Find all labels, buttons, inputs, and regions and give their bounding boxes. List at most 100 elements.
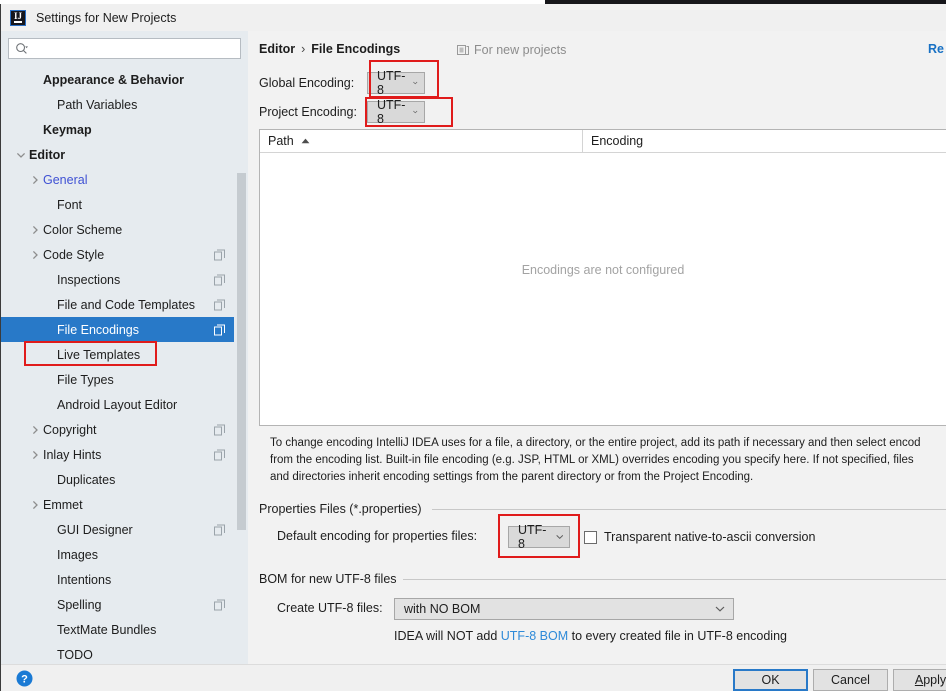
sidebar-item-images[interactable]: Images [1,542,248,567]
sidebar-item-label: Code Style [43,247,105,262]
sidebar-item-textmate-bundles[interactable]: TextMate Bundles [1,617,248,642]
description-line-2: from the encoding list. Built-in file en… [270,454,914,466]
bom-note-suffix: to every created file in UTF-8 encoding [568,629,787,643]
sidebar-item-font[interactable]: Font [1,192,248,217]
sidebar-item-code-style[interactable]: Code Style [1,242,248,267]
sidebar-item-inspections[interactable]: Inspections [1,267,248,292]
cancel-button[interactable]: Cancel [813,669,888,691]
global-encoding-combo[interactable]: UTF-8 [367,69,425,97]
chevron-down-icon [413,81,418,85]
properties-encoding-value: UTF-8 [518,523,547,551]
svg-text:?: ? [21,674,28,686]
sidebar-item-appearance-behavior[interactable]: Appearance & Behavior [1,67,248,92]
sidebar-item-keymap[interactable]: Keymap [1,117,248,142]
chevron-right-icon[interactable] [29,249,41,261]
chevron-right-icon[interactable] [29,174,41,186]
module-icon [457,45,469,55]
properties-default-encoding-row: Default encoding for properties files: [277,529,477,543]
sidebar-item-inlay-hints[interactable]: Inlay Hints [1,442,248,467]
settings-window: Settings for New Projects Appearance & B… [0,4,946,691]
column-header-path-label: Path [268,134,294,148]
sidebar-item-todo[interactable]: TODO [1,642,248,665]
reset-link[interactable]: Re [928,42,944,56]
settings-tree[interactable]: Appearance & Behavior Path Variables Keyma… [1,67,248,665]
sidebar-item-intentions[interactable]: Intentions [1,567,248,592]
intellij-idea-logo-icon [10,9,26,26]
apply-button[interactable]: Apply [893,669,946,691]
settings-content-pane: Editor › File Encodings For new projects… [248,31,946,665]
transparent-conversion-checkbox[interactable] [584,530,597,544]
column-header-encoding[interactable]: Encoding [583,130,643,152]
sidebar-item-label: Duplicates [57,472,116,487]
sidebar-item-copyright[interactable]: Copyright [1,417,248,442]
help-question-icon[interactable]: ? [16,670,33,687]
global-encoding-row: Global Encoding: UTF-8 [259,69,425,97]
column-header-path[interactable]: Path [260,130,583,152]
window-title: Settings for New Projects [36,10,177,25]
sidebar-item-label: Spelling [57,597,102,612]
chevron-down-icon [715,606,725,612]
sidebar-item-label: Copyright [43,422,97,437]
global-encoding-label: Global Encoding: [259,76,355,90]
global-encoding-value: UTF-8 [377,69,406,97]
sidebar-item-spelling[interactable]: Spelling [1,592,248,617]
sidebar-item-duplicates[interactable]: Duplicates [1,467,248,492]
chevron-down-icon [555,534,563,540]
copy-settings-icon [214,274,225,285]
bom-note: IDEA will NOT add UTF-8 BOM to every cre… [394,629,787,643]
sidebar-item-color-scheme[interactable]: Color Scheme [1,217,248,242]
chevron-right-icon[interactable] [29,224,41,236]
transparent-conversion-row[interactable]: Transparent native-to-ascii conversion [584,530,815,544]
copy-settings-icon [214,299,225,310]
encodings-table[interactable]: Path Encoding Encodings are not configur… [259,129,946,426]
scope-indicator: For new projects [457,43,566,57]
sidebar-item-label: Inspections [57,272,121,287]
title-bar: Settings for New Projects [1,4,946,31]
copy-settings-icon [214,424,225,435]
sidebar-item-file-and-code-templates[interactable]: File and Code Templates [1,292,248,317]
chevron-right-icon[interactable] [29,424,41,436]
sidebar-item-label: File and Code Templates [57,297,196,312]
create-utf8-combo[interactable]: with NO BOM [394,598,734,620]
sidebar-item-path-variables[interactable]: Path Variables [1,92,248,117]
bom-note-link[interactable]: UTF-8 BOM [501,629,568,643]
sidebar-item-gui-designer[interactable]: GUI Designer [1,517,248,542]
sidebar-item-android-layout-editor[interactable]: Android Layout Editor [1,392,248,417]
breadcrumb-separator: › [301,42,306,56]
ok-button[interactable]: OK [733,669,808,691]
chevron-down-icon [413,110,418,114]
dialog-button-bar: ? OK Cancel Apply [1,665,946,691]
sidebar-item-label: Font [57,197,83,212]
search-box[interactable] [8,38,241,59]
project-encoding-value: UTF-8 [377,98,406,126]
create-utf8-value: with NO BOM [404,602,481,616]
sidebar-scrollbar-thumb[interactable] [237,173,246,530]
sidebar-item-label: Emmet [43,497,83,512]
copy-settings-icon [214,599,225,610]
properties-group-title: Properties Files (*.properties) [259,502,428,516]
sidebar-item-file-types[interactable]: File Types [1,367,248,392]
encoding-description: To change encoding IntelliJ IDEA uses fo… [270,435,946,486]
chevron-down-icon[interactable] [15,149,27,161]
chevron-right-icon[interactable] [29,499,41,511]
apply-rest: pply [923,673,946,687]
sidebar-item-file-encodings[interactable]: File Encodings [1,317,248,342]
sidebar-item-label: GUI Designer [57,522,133,537]
sidebar-item-label: Appearance & Behavior [43,72,185,87]
sidebar-item-general[interactable]: General [1,167,248,192]
breadcrumb-parent[interactable]: Editor [259,42,295,56]
sidebar-item-label: File Encodings [57,322,139,337]
sidebar-item-live-templates[interactable]: Live Templates [1,342,248,367]
column-header-encoding-label: Encoding [591,134,644,148]
sidebar-item-editor[interactable]: Editor [1,142,248,167]
sidebar-item-emmet[interactable]: Emmet [1,492,248,517]
project-encoding-combo[interactable]: UTF-8 [367,98,425,126]
search-input[interactable] [32,41,222,56]
chevron-right-icon[interactable] [29,449,41,461]
transparent-conversion-label: Transparent native-to-ascii conversion [604,530,816,544]
copy-settings-icon [214,449,225,460]
table-header-row: Path Encoding [260,130,946,153]
properties-encoding-combo[interactable]: UTF-8 [508,523,570,551]
sidebar-item-label: Live Templates [57,347,141,362]
description-line-3: and directories inherit encoding setting… [270,471,754,483]
